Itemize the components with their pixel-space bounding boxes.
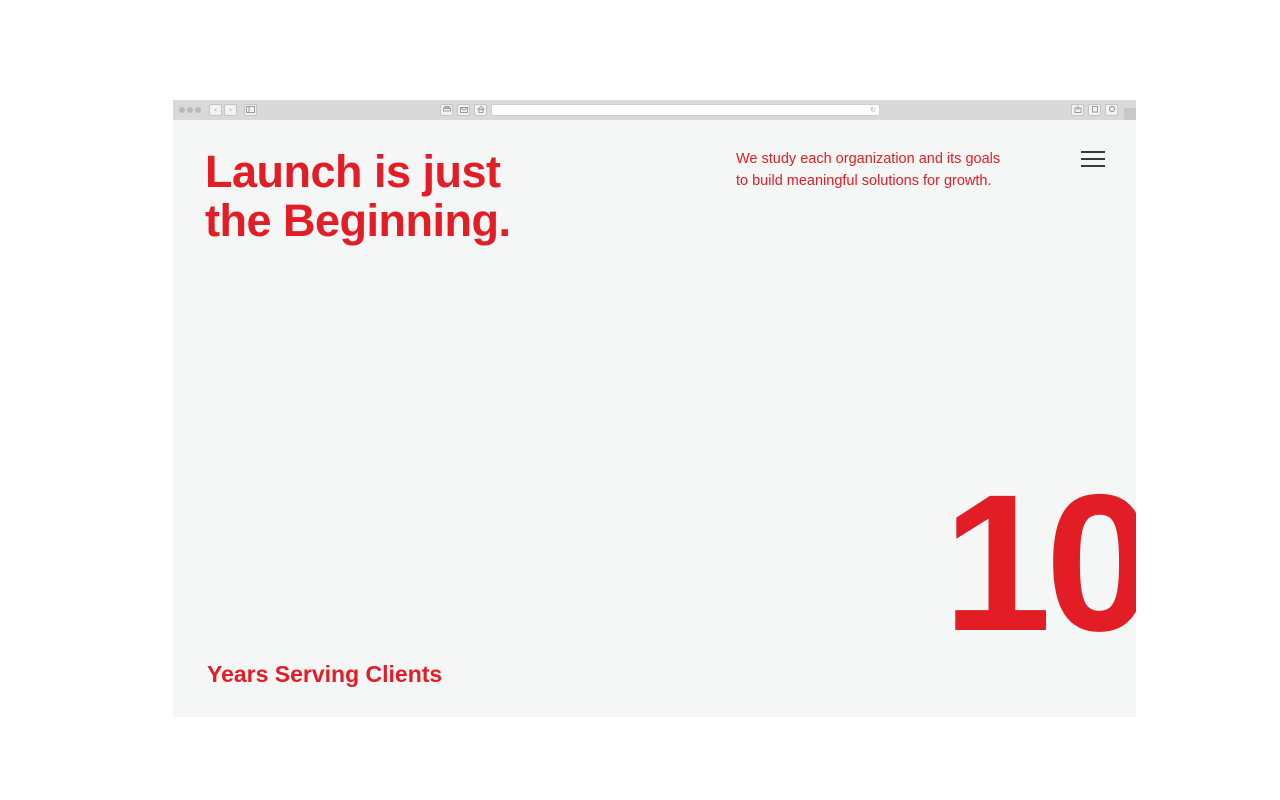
maximize-window-dot[interactable] xyxy=(195,107,201,113)
menu-icon[interactable] xyxy=(1081,150,1105,168)
minimize-window-dot[interactable] xyxy=(187,107,193,113)
close-window-dot[interactable] xyxy=(179,107,185,113)
back-arrow-icon[interactable]: ‹ xyxy=(209,104,222,116)
forward-arrow-icon[interactable]: › xyxy=(224,104,237,116)
headline-line-2: the Beginning. xyxy=(205,195,511,246)
print-icon[interactable] xyxy=(440,104,453,116)
stat-number: 10 xyxy=(943,454,1136,672)
home-icon[interactable] xyxy=(474,104,487,116)
browser-window: ‹ › ↻ Launch is just the Beginning. We s… xyxy=(173,100,1136,717)
menu-icon-bar-top xyxy=(1081,151,1105,153)
intro-line-1: We study each organization and its goals xyxy=(736,151,1001,167)
reload-icon[interactable]: ↻ xyxy=(870,105,876,115)
menu-icon-bar-bottom xyxy=(1081,165,1105,167)
window-corner-tab xyxy=(1124,108,1136,120)
headline-line-1: Launch is just xyxy=(205,146,501,197)
share-icon[interactable] xyxy=(1071,104,1084,116)
window-controls[interactable] xyxy=(179,107,201,113)
settings-gear-icon[interactable] xyxy=(1105,104,1118,116)
menu-icon-bar-middle xyxy=(1081,158,1105,160)
browser-toolbar: ‹ › ↻ xyxy=(173,100,1136,120)
stat-label: Years Serving Clients xyxy=(207,661,443,687)
address-bar[interactable]: ↻ xyxy=(491,104,880,116)
tabs-icon[interactable] xyxy=(1088,104,1101,116)
mail-icon[interactable] xyxy=(457,104,470,116)
hero-headline: Launch is just the Beginning. xyxy=(205,146,511,246)
intro-line-2: to build meaningful solutions for growth… xyxy=(736,173,992,189)
sidebar-icon[interactable] xyxy=(244,104,257,116)
intro-text: We study each organization and its goals… xyxy=(736,148,1000,192)
